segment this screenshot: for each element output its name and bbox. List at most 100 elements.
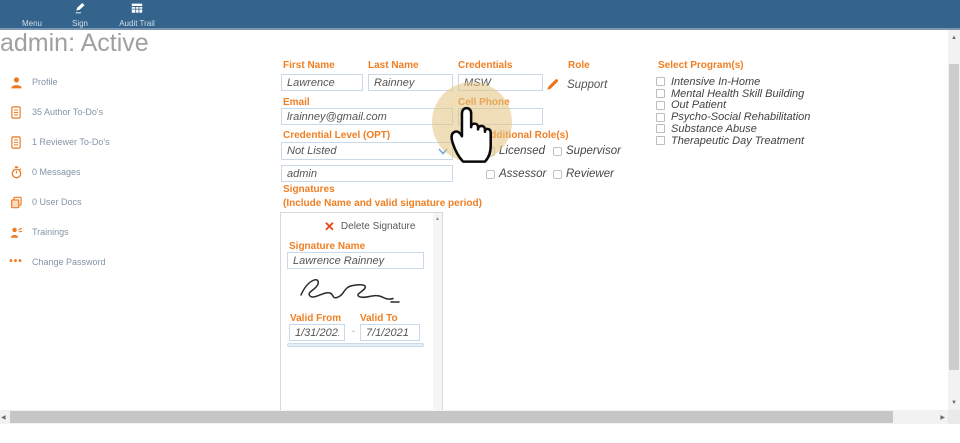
sign-label: Sign: [72, 19, 88, 28]
program-psycho-social-rehabilitation[interactable]: Psycho-Social Rehabilitation: [656, 111, 810, 123]
audit-trail-label: Audit Trail: [119, 19, 155, 28]
checkbox-box[interactable]: [656, 124, 665, 133]
username-input[interactable]: [281, 165, 453, 182]
program-label: Mental Health Skill Building: [671, 88, 804, 100]
date-range-separator: -: [352, 326, 355, 336]
todo-list-icon: [9, 105, 23, 119]
checkbox-label: Assessor: [499, 168, 546, 180]
last-name-label: Last Name: [368, 60, 419, 71]
sidebar-label: Change Password: [32, 257, 106, 267]
sidebar-item-author-todos[interactable]: 35 Author To-Do's: [9, 105, 103, 119]
person-icon: [9, 75, 23, 89]
credentials-input[interactable]: [458, 74, 543, 91]
signatures-note: (Include Name and valid signature period…: [283, 198, 482, 209]
delete-x-icon: ✕: [324, 220, 335, 233]
checkbox-box[interactable]: [656, 77, 665, 86]
signature-panel: ▲ ✕ Delete Signature Signature Name Vali…: [280, 212, 443, 412]
scrollbar-corner: [948, 410, 960, 424]
edit-pencil-icon[interactable]: [546, 78, 559, 96]
sidebar-item-profile[interactable]: Profile: [9, 75, 58, 89]
vertical-scrollbar[interactable]: ▲ ▼: [948, 30, 960, 411]
documents-copy-icon: [9, 195, 23, 209]
scroll-up-icon[interactable]: ▲: [433, 216, 442, 222]
todo-list-icon: [9, 135, 23, 149]
credentials-label: Credentials: [458, 60, 512, 71]
sidebar-item-trainings[interactable]: Trainings: [9, 225, 69, 239]
checkbox-label: Licensed: [499, 145, 545, 157]
checkbox-box[interactable]: [656, 136, 665, 145]
checkbox-box[interactable]: [553, 170, 562, 179]
sign-pen-icon: [73, 2, 87, 15]
program-label: Out Patient: [671, 99, 726, 111]
signature-name-input[interactable]: [287, 252, 424, 269]
sidebar-item-reviewer-todos[interactable]: 1 Reviewer To-Do's: [9, 135, 110, 149]
chevron-down-icon: [438, 142, 448, 160]
credential-level-select[interactable]: Not Listed: [281, 142, 453, 160]
first-name-label: First Name: [283, 60, 335, 71]
audit-trail-table-icon: [130, 2, 144, 15]
stopwatch-icon: [9, 165, 23, 179]
checkbox-box[interactable]: [656, 89, 665, 98]
checkbox-box[interactable]: [486, 147, 495, 156]
sidebar-label: Profile: [32, 77, 58, 87]
email-input[interactable]: [281, 108, 453, 125]
program-label: Intensive In-Home: [671, 76, 760, 88]
valid-to-input[interactable]: [360, 324, 420, 341]
program-label: Therapeutic Day Treatment: [671, 135, 804, 147]
scroll-down-icon[interactable]: ▼: [948, 400, 960, 407]
cell-phone-label: Cell Phone: [458, 97, 510, 108]
sidebar-label: 0 User Docs: [32, 197, 82, 207]
program-label: Substance Abuse: [671, 123, 757, 135]
checkbox-box[interactable]: [656, 113, 665, 122]
program-therapeutic-day-treatment[interactable]: Therapeutic Day Treatment: [656, 135, 810, 147]
delete-signature-label: Delete Signature: [341, 221, 416, 232]
role-label: Role: [568, 60, 590, 71]
sidebar-label: Trainings: [32, 227, 69, 237]
signature-name-label: Signature Name: [289, 241, 365, 252]
signature-image: [295, 272, 407, 313]
delete-signature-button[interactable]: ✕ Delete Signature: [324, 220, 415, 233]
checkbox-box[interactable]: [553, 147, 562, 156]
checkbox-box[interactable]: [486, 170, 495, 179]
checkbox-assessor[interactable]: Assessor: [486, 168, 546, 180]
valid-from-input[interactable]: [289, 324, 345, 341]
checkbox-box[interactable]: [656, 101, 665, 110]
cell-phone-input[interactable]: [458, 108, 543, 125]
checkbox-label: Supervisor: [566, 145, 621, 157]
first-name-input[interactable]: [281, 74, 363, 91]
credential-level-label: Credential Level (OPT): [283, 130, 390, 141]
program-intensive-in-home[interactable]: Intensive In-Home: [656, 76, 810, 88]
top-nav-bar: Menu Sign Audit Trail: [0, 0, 960, 30]
scroll-left-icon[interactable]: ◀: [1, 414, 6, 421]
audit-trail-button[interactable]: Audit Trail: [105, 2, 169, 28]
menu-icon: [24, 2, 40, 15]
sidebar-item-user-docs[interactable]: 0 User Docs: [9, 195, 82, 209]
sidebar-item-messages[interactable]: 0 Messages: [9, 165, 81, 179]
vertical-scrollbar-thumb[interactable]: [949, 64, 959, 370]
checkbox-label: Reviewer: [566, 168, 614, 180]
scroll-up-icon[interactable]: ▲: [948, 35, 960, 42]
trainer-icon: [9, 225, 23, 239]
program-label: Psycho-Social Rehabilitation: [671, 111, 810, 123]
checkbox-reviewer[interactable]: Reviewer: [553, 168, 614, 180]
sidebar-label: 0 Messages: [32, 167, 81, 177]
sidebar-item-change-password[interactable]: ••• Change Password: [9, 255, 106, 269]
signature-panel-scrollbar[interactable]: ▲: [433, 213, 442, 411]
signatures-label: Signatures: [283, 184, 335, 195]
program-substance-abuse[interactable]: Substance Abuse: [656, 123, 810, 135]
menu-button[interactable]: Menu: [12, 2, 52, 28]
email-label: Email: [283, 97, 310, 108]
sidebar-label: 35 Author To-Do's: [32, 107, 103, 117]
valid-to-label: Valid To: [360, 313, 398, 324]
horizontal-scrollbar-thumb[interactable]: [10, 411, 893, 423]
sign-button[interactable]: Sign: [60, 2, 100, 28]
horizontal-scrollbar[interactable]: ◀ ▶: [0, 410, 948, 424]
checkbox-supervisor[interactable]: Supervisor: [553, 145, 621, 157]
signature-horizontal-scrollbar[interactable]: [287, 343, 424, 347]
last-name-input[interactable]: [368, 74, 453, 91]
checkbox-licensed[interactable]: Licensed: [486, 145, 545, 157]
program-out-patient[interactable]: Out Patient: [656, 100, 810, 112]
scroll-right-icon[interactable]: ▶: [940, 414, 945, 421]
program-mental-health-skill-building[interactable]: Mental Health Skill Building: [656, 88, 810, 100]
credential-level-value: Not Listed: [287, 145, 337, 157]
